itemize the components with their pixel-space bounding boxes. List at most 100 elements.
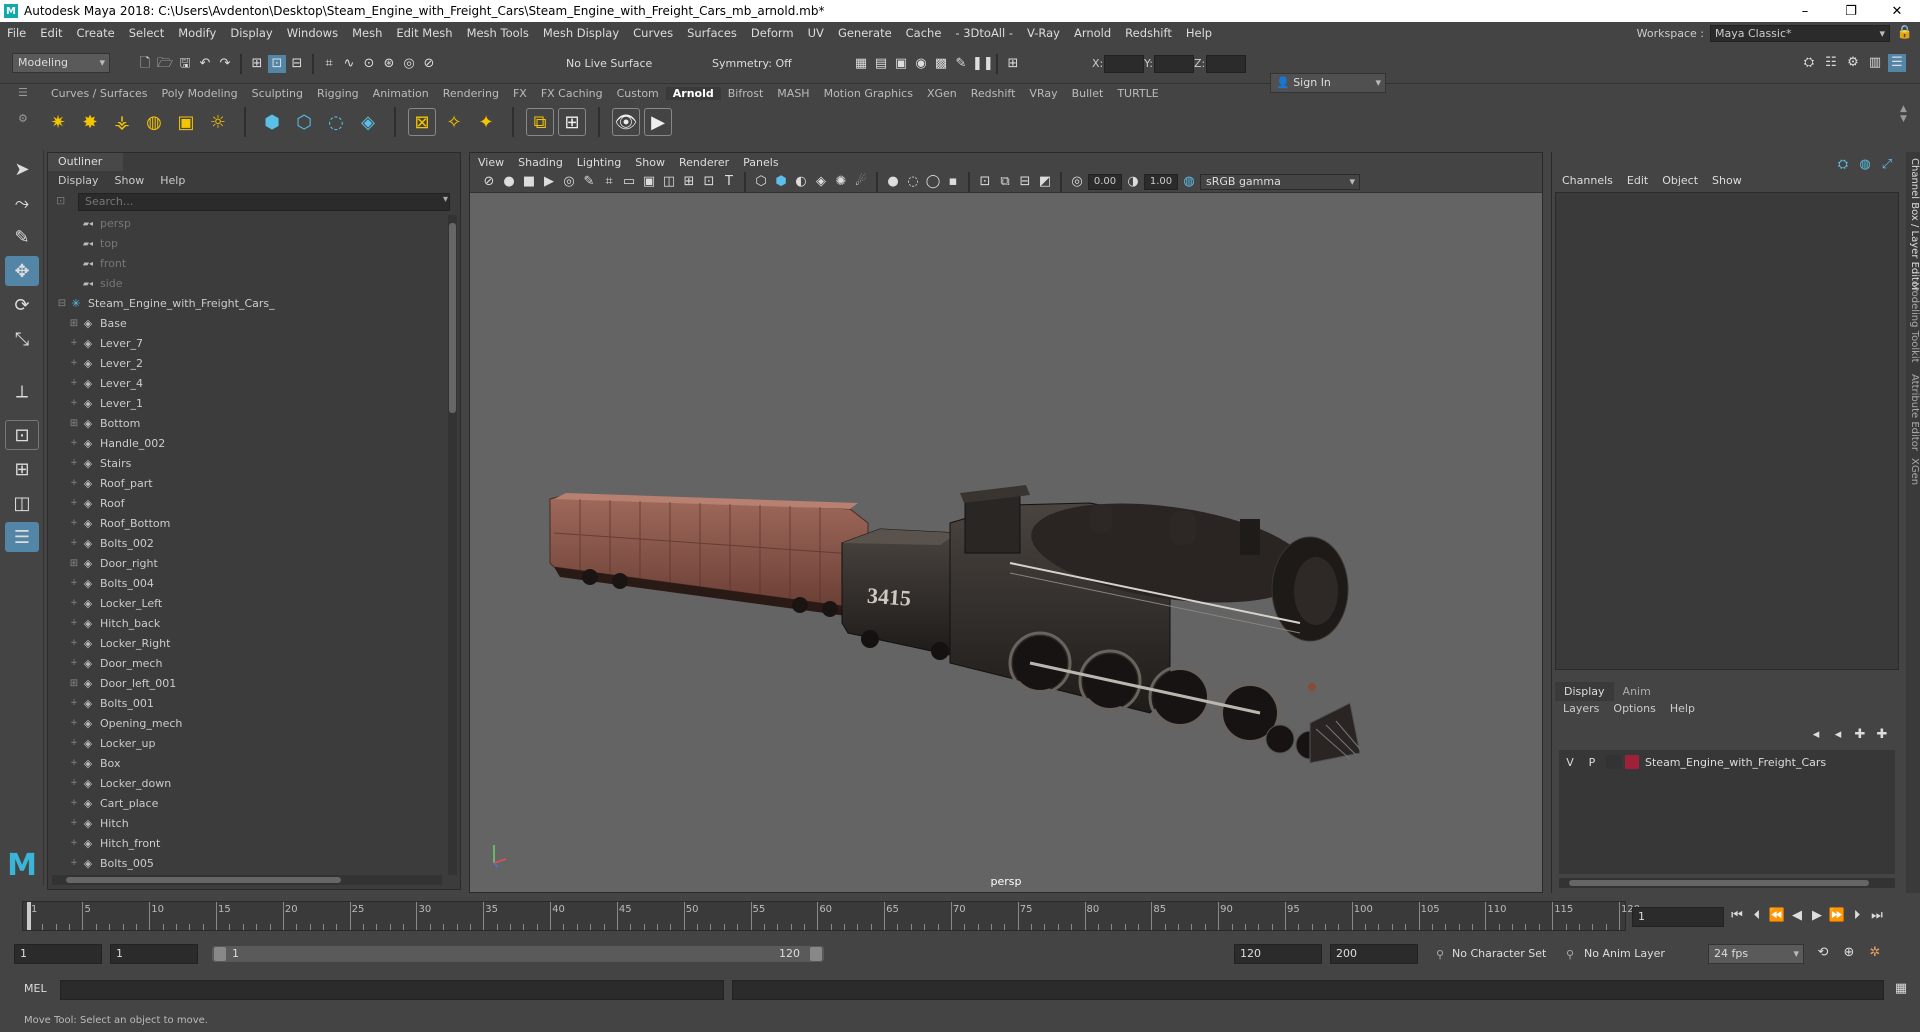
safe-title-icon[interactable]: T bbox=[720, 173, 738, 191]
outliner-item[interactable]: + ◈ Hitch_back bbox=[48, 613, 448, 633]
outliner-camera-side[interactable]: ▰◂ side bbox=[48, 273, 448, 293]
shelf-tab-poly-modeling[interactable]: Poly Modeling bbox=[155, 87, 245, 100]
channel-menu-channels[interactable]: Channels bbox=[1562, 174, 1613, 187]
menu-generate[interactable]: Generate bbox=[831, 26, 899, 40]
shelf-tab-fx[interactable]: FX bbox=[506, 87, 534, 100]
outliner-item[interactable]: + ◈ Roof_part bbox=[48, 473, 448, 493]
outliner-item[interactable]: ⊞ ◈ Bottom bbox=[48, 413, 448, 433]
symmetry-dropdown[interactable]: Symmetry: Off bbox=[712, 54, 808, 74]
render-settings-icon[interactable]: ▣ bbox=[892, 55, 910, 73]
mel-label[interactable]: MEL bbox=[24, 982, 47, 995]
pause-icon[interactable]: ❚❚ bbox=[972, 55, 994, 73]
flush-cache-icon[interactable]: ⊠ bbox=[408, 108, 436, 136]
auto-key-icon[interactable]: ⊕ bbox=[1840, 944, 1858, 962]
select-object-icon[interactable]: ⊡ bbox=[268, 55, 286, 73]
play-backward-icon[interactable]: ◀ bbox=[1788, 907, 1806, 925]
shelf-tab-bifrost[interactable]: Bifrost bbox=[721, 87, 771, 100]
fps-dropdown[interactable]: 24 fps bbox=[1708, 944, 1804, 964]
shadows-icon[interactable]: ☄ bbox=[852, 173, 870, 191]
layer-horizontal-scrollbar[interactable] bbox=[1559, 878, 1895, 888]
layer-editor-icon[interactable]: ◍ bbox=[1856, 156, 1874, 174]
loop-icon[interactable]: ⟲ bbox=[1814, 944, 1832, 962]
menu-mesh[interactable]: Mesh bbox=[345, 26, 389, 40]
start-frame-field[interactable]: 1 bbox=[14, 944, 102, 964]
outliner-camera-front[interactable]: ▰◂ front bbox=[48, 253, 448, 273]
side-tab-attribute-editor[interactable]: Attribute Editor bbox=[1906, 374, 1920, 451]
menu-file[interactable]: File bbox=[0, 26, 33, 40]
camera-attributes-icon[interactable]: ● bbox=[500, 173, 518, 191]
skydome-light-icon[interactable]: ◍ bbox=[140, 108, 168, 136]
layout-icon[interactable]: ▥ bbox=[1866, 54, 1884, 72]
layer-name[interactable]: Steam_Engine_with_Freight_Cars bbox=[1645, 756, 1826, 769]
anti-aliasing-icon[interactable]: ◯ bbox=[924, 173, 942, 191]
scene-render[interactable]: 3415 bbox=[470, 193, 1542, 873]
shelf-tab-xgen[interactable]: XGen bbox=[920, 87, 964, 100]
shelf-tab-turtle[interactable]: TURTLE bbox=[1110, 87, 1165, 100]
close-button[interactable]: ✕ bbox=[1874, 4, 1920, 19]
menu-edit[interactable]: Edit bbox=[33, 26, 69, 40]
shelf-tab-rigging[interactable]: Rigging bbox=[310, 87, 366, 100]
redo-icon[interactable]: ↷ bbox=[216, 55, 234, 73]
gamma-icon[interactable]: ◑ bbox=[1124, 173, 1142, 191]
gamma-field[interactable]: 1.00 bbox=[1144, 173, 1178, 190]
character-set-dropdown[interactable]: No Character Set bbox=[1452, 944, 1562, 964]
physical-sky-icon[interactable]: ☼ bbox=[204, 108, 232, 136]
search-filter-icon[interactable]: ⊡ bbox=[56, 194, 65, 207]
save-scene-icon[interactable]: 🖫 bbox=[176, 55, 194, 73]
shelf-tab-mash[interactable]: MASH bbox=[770, 87, 816, 100]
render-play-icon[interactable]: ▶ bbox=[644, 108, 672, 136]
shelf-options-icon[interactable]: ☰ ⚙ bbox=[18, 86, 28, 146]
shelf-tab-motion-graphics[interactable]: Motion Graphics bbox=[817, 87, 920, 100]
play-forward-icon[interactable]: ▶ bbox=[1808, 907, 1826, 925]
new-scene-icon[interactable]: 🗋 bbox=[136, 55, 154, 73]
outliner-item[interactable]: + ◈ Locker_Right bbox=[48, 633, 448, 653]
volume-icon[interactable]: ◈ bbox=[354, 108, 382, 136]
shelf-tab-animation[interactable]: Animation bbox=[366, 87, 436, 100]
layer-menu-options[interactable]: Options bbox=[1613, 702, 1655, 715]
channel-box-icon[interactable]: ☰ bbox=[1888, 54, 1906, 72]
grease-pencil-icon[interactable]: ✎ bbox=[580, 173, 598, 191]
field-chart-icon[interactable]: ⊞ bbox=[680, 173, 698, 191]
sign-in-dropdown[interactable]: 👤 Sign In bbox=[1270, 73, 1386, 93]
outliner-item[interactable]: + ◈ Bolts_004 bbox=[48, 573, 448, 593]
outliner-layout-icon[interactable]: ☰ bbox=[5, 522, 39, 552]
select-component-icon[interactable]: ⊟ bbox=[288, 55, 306, 73]
film-gate-icon[interactable]: ▭ bbox=[620, 173, 638, 191]
preferences-icon[interactable]: ✲ bbox=[1866, 944, 1884, 962]
layer-visibility-toggle[interactable]: V bbox=[1559, 756, 1581, 769]
outliner-item[interactable]: ⊞ ◈ Door_right bbox=[48, 553, 448, 573]
menu-arnold[interactable]: Arnold bbox=[1067, 26, 1118, 40]
menu--3dtoall-[interactable]: - 3DtoAll - bbox=[948, 26, 1020, 40]
render-ipr-icon[interactable]: ▤ bbox=[872, 55, 890, 73]
exposure-field[interactable]: 0.00 bbox=[1088, 173, 1122, 190]
layer-display-type[interactable] bbox=[1606, 755, 1622, 769]
attribute-editor-icon[interactable]: ☷ bbox=[1822, 54, 1840, 72]
viewport-menu-show[interactable]: Show bbox=[635, 156, 665, 169]
safe-action-icon[interactable]: ⊡ bbox=[700, 173, 718, 191]
rotate-tool-icon[interactable]: ⟳ bbox=[5, 290, 39, 320]
steam-locomotive[interactable] bbox=[949, 485, 1361, 764]
menu-cache[interactable]: Cache bbox=[899, 26, 949, 40]
outliner-menu-help[interactable]: Help bbox=[160, 174, 185, 187]
workspace-dropdown[interactable]: Maya Classic* bbox=[1710, 24, 1890, 42]
snap-grid-icon[interactable]: ⌗ bbox=[320, 55, 338, 73]
outliner-item[interactable]: + ◈ Locker_Left bbox=[48, 593, 448, 613]
outliner-menu-display[interactable]: Display bbox=[58, 174, 99, 187]
anim-start-field[interactable]: 1 bbox=[110, 944, 198, 964]
menu-help[interactable]: Help bbox=[1179, 26, 1219, 40]
current-time-indicator[interactable] bbox=[27, 902, 31, 930]
viewport-panel[interactable]: View Shading Lighting Show Renderer Panels ⊘ … bbox=[469, 152, 1543, 893]
render-view-eye-icon[interactable]: 👁 bbox=[612, 108, 640, 136]
new-layer-icon[interactable]: ✚ bbox=[1851, 726, 1869, 744]
freight-car[interactable] bbox=[549, 493, 869, 617]
outliner-item[interactable]: + ◈ Lever_7 bbox=[48, 333, 448, 353]
single-view-icon[interactable]: ⊡ bbox=[5, 420, 39, 450]
outliner-item[interactable]: + ◈ Lever_4 bbox=[48, 373, 448, 393]
xray-icon[interactable]: ⧉ bbox=[996, 173, 1014, 191]
viewport-menu-shading[interactable]: Shading bbox=[518, 156, 563, 169]
undo-icon[interactable]: ↶ bbox=[196, 55, 214, 73]
x-field[interactable] bbox=[1104, 55, 1144, 73]
flush-light-icon[interactable]: ✦ bbox=[472, 108, 500, 136]
outliner-item[interactable]: + ◈ Bolts_002 bbox=[48, 533, 448, 553]
outliner-search-input[interactable]: Search... bbox=[78, 193, 450, 211]
